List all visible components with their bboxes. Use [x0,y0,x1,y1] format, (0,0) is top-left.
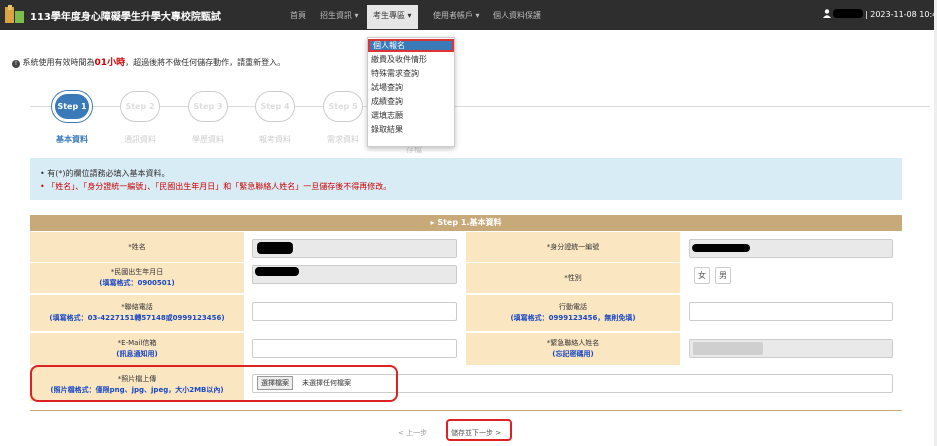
step-3-circle[interactable]: Step 3 [188,91,228,122]
emergency-contact-label: *緊急聯絡人姓名 (忘記密碼用) [466,333,680,365]
form-section-header: ▸ Step 1.基本資料 [30,215,902,231]
previous-step-button[interactable]: < 上一步 [398,428,427,438]
site-title[interactable]: 113學年度身心障礙學生升學大專校院甄試 [30,8,221,23]
photo-row-highlight [30,365,398,402]
step-2-label: 通訊資料 [124,135,156,144]
id-number-label: *身分證統一編號 [466,232,680,262]
step-3-label: 學歷資料 [192,135,224,144]
step-5-circle[interactable]: Step 5 [323,91,363,122]
nav-privacy[interactable]: 個人資料保護 [493,10,541,21]
name-label: *姓名 [30,232,244,262]
session-notice: ! 系統使用有效時間為01小時，超過後將不做任何儲存動作，請重新登入。 [12,55,285,68]
menu-item-preferences[interactable]: 選填志願 [368,109,454,122]
form-bottom-border [30,410,902,411]
stepper-line [30,106,930,107]
user-icon [823,9,831,18]
current-datetime: | 2023-11-08 10:48:25 [865,10,937,19]
nav-applicant-area[interactable]: 考生專區 ▾ [367,5,418,29]
instructions-box: • 有(*)的欄位請務必填入基本資料。 • 「姓名」、「身分證統一編號」、「民國… [30,158,902,200]
step-2-circle[interactable]: Step 2 [120,91,160,122]
redacted-emergency-contact [693,342,763,355]
menu-item-scores[interactable]: 成績查詢 [368,95,454,108]
mobile-input[interactable] [689,302,893,321]
mobile-label: 行動電話 (填寫格式：0999123456，無則免填) [466,295,680,331]
menu-item-payment-status[interactable]: 繳費及收件情形 [368,53,454,66]
next-button-highlight [446,419,512,441]
email-input[interactable] [252,339,457,358]
step-5-label: 需求資料 [327,135,359,144]
gender-label: *性別 [466,263,680,293]
step-1-label: 基本資料 [56,135,88,144]
menu-item-personal-registration[interactable]: 個人報名 [368,39,454,52]
applicant-area-dropdown: 個人報名 繳費及收件情形 特殊需求查詢 試場查詢 成績查詢 選填志願 錄取結果 [367,37,455,147]
step-1-circle[interactable]: Step 1 [52,91,92,122]
redacted-id [692,244,750,252]
redacted-name [257,242,293,254]
birthdate-label: *民國出生年月日 (填寫格式：0900501) [30,263,244,293]
gender-female-button[interactable]: 女 [694,267,710,284]
redacted-birthdate [255,267,299,276]
top-navbar: 113學年度身心障礙學生升學大專校院甄試 首頁 招生資訊 ▾ 考生專區 ▾ 使用… [0,0,937,30]
session-time: 01小時 [94,58,126,68]
user-area[interactable]: | 2023-11-08 10:48:25 [823,9,937,19]
redacted-username [833,9,863,18]
instruction-line-2: • 「姓名」、「身分證統一編號」、「民國出生年月日」和「緊急聯絡人姓名」一旦儲存… [40,182,392,191]
nav-admission-info[interactable]: 招生資訊 ▾ [320,10,359,21]
email-label: *E-Mail信箱 (訊息通知用) [30,333,244,365]
menu-item-special-needs[interactable]: 特殊需求查詢 [368,67,454,80]
phone-label: *聯絡電話 (填寫格式：03-4227151轉57148或0999123456) [30,295,244,331]
step-4-label: 報考資料 [259,135,291,144]
nav-home[interactable]: 首頁 [290,10,306,21]
site-logo-icon [5,5,24,23]
menu-item-admission-result[interactable]: 錄取結果 [368,123,454,136]
menu-item-exam-room[interactable]: 試場查詢 [368,81,454,94]
instruction-line-1: • 有(*)的欄位請務必填入基本資料。 [40,169,170,178]
info-circle-icon: ! [12,60,20,68]
step-4-circle[interactable]: Step 4 [255,91,295,122]
gender-male-button[interactable]: 男 [715,267,731,284]
phone-input[interactable] [252,302,457,321]
nav-user-account[interactable]: 使用者帳戶 ▾ [433,10,480,21]
